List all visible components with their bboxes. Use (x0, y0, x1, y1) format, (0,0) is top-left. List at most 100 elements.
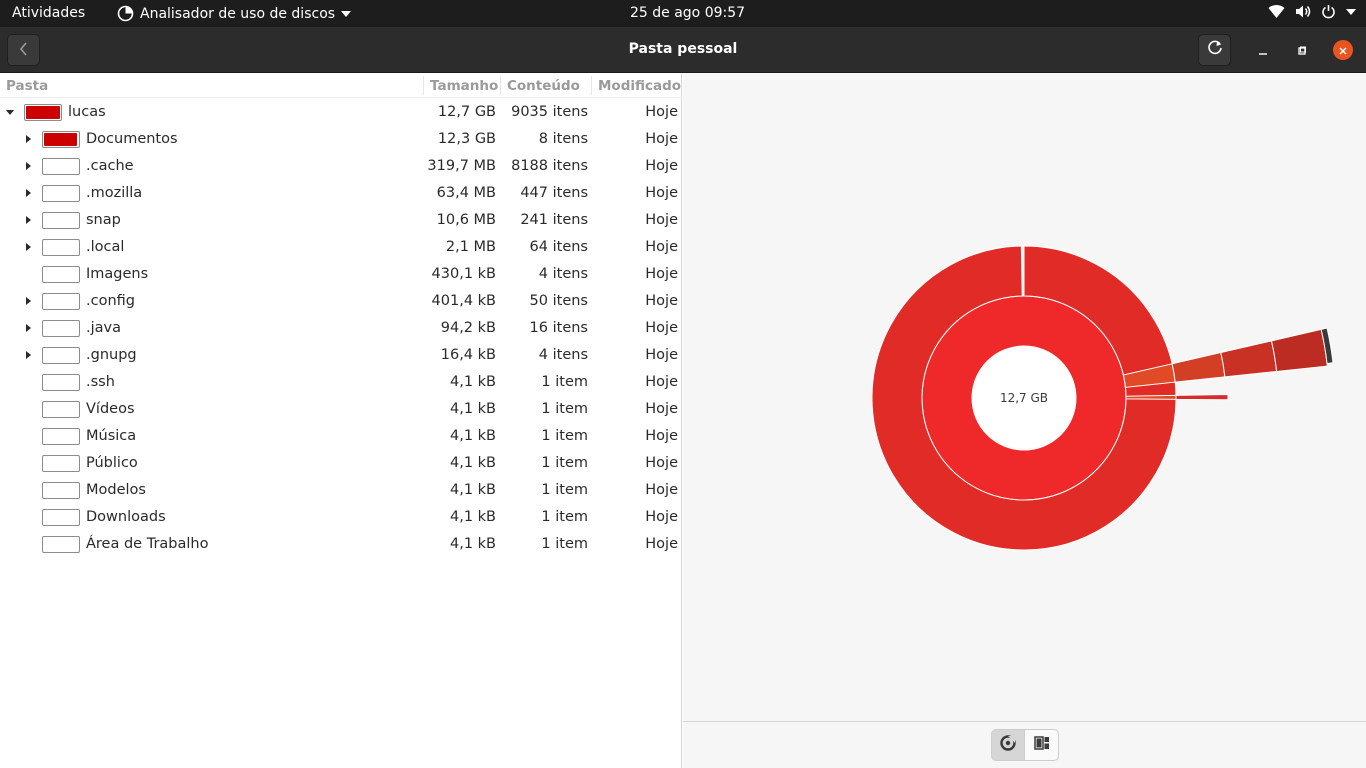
column-header-size[interactable]: Tamanho (430, 78, 498, 94)
tree-row[interactable]: .ssh 4,1 kB 1 item Hoje (0, 369, 682, 396)
folder-modified: Hoje (645, 212, 678, 228)
folder-modified: Hoje (645, 185, 678, 201)
expander-collapsed-icon[interactable] (26, 297, 31, 305)
folder-name: .local (86, 239, 125, 255)
tree-row[interactable]: Música 4,1 kB 1 item Hoje (0, 423, 682, 450)
folder-modified: Hoje (645, 158, 678, 174)
folder-item-count: 1 item (541, 536, 588, 552)
activities-button[interactable]: Atividades (12, 5, 85, 21)
ring-segment-cache-child[interactable] (1175, 393, 1229, 401)
folder-name: .config (86, 293, 135, 309)
tree-row[interactable]: Imagens 430,1 kB 4 itens Hoje (0, 261, 682, 288)
tree-row[interactable]: Área de Trabalho 4,1 kB 1 item Hoje (0, 531, 682, 558)
expander-collapsed-icon[interactable] (26, 324, 31, 332)
tree-row[interactable]: Vídeos 4,1 kB 1 item Hoje (0, 396, 682, 423)
folder-name: .cache (86, 158, 134, 174)
folder-size: 4,1 kB (449, 482, 496, 498)
folder-size: 430,1 kB (431, 266, 496, 282)
ring-segment-documentos-deep[interactable] (1220, 340, 1278, 378)
usage-bar (42, 401, 80, 418)
usage-bar (24, 104, 62, 121)
expander-collapsed-icon[interactable] (26, 189, 31, 197)
folder-item-count: 1 item (541, 455, 588, 471)
minimize-icon (1258, 41, 1268, 60)
expander-collapsed-icon[interactable] (26, 162, 31, 170)
usage-bar (42, 374, 80, 391)
usage-bar-fill (26, 106, 60, 119)
folder-name: Música (86, 428, 137, 444)
column-header-contents[interactable]: Conteúdo (507, 78, 580, 94)
treemap-icon (1033, 735, 1050, 755)
folder-item-count: 16 itens (529, 320, 588, 336)
folder-name: .gnupg (86, 347, 137, 363)
ring-chart-button[interactable] (991, 729, 1025, 761)
tree-row[interactable]: .mozilla 63,4 MB 447 itens Hoje (0, 180, 682, 207)
disk-usage-icon (117, 5, 134, 22)
ring-chart-pane[interactable]: 12,7 GB (683, 73, 1366, 721)
tree-row[interactable]: Público 4,1 kB 1 item Hoje (0, 450, 682, 477)
app-menu[interactable]: Analisador de uso de discos (117, 5, 352, 22)
tree-row[interactable]: Documentos 12,3 GB 8 itens Hoje (0, 126, 682, 153)
tree-row[interactable]: lucas 12,7 GB 9035 itens Hoje (0, 99, 682, 126)
folder-modified: Hoje (645, 482, 678, 498)
usage-bar (42, 320, 80, 337)
clock[interactable]: 25 de ago 09:57 (630, 5, 745, 21)
tree-row[interactable]: .config 401,4 kB 50 itens Hoje (0, 288, 682, 315)
tree-row[interactable]: .java 94,2 kB 16 itens Hoje (0, 315, 682, 342)
system-menu-arrow-icon (1346, 8, 1356, 15)
folder-modified: Hoje (645, 104, 678, 120)
ring-segment-cache[interactable] (1125, 394, 1177, 400)
refresh-button[interactable] (1198, 34, 1231, 66)
expander-collapsed-icon[interactable] (26, 351, 31, 359)
treemap-button[interactable] (1025, 729, 1059, 761)
folder-modified: Hoje (645, 239, 678, 255)
folder-modified: Hoje (645, 374, 678, 390)
folder-item-count: 8 itens (538, 131, 588, 147)
tree-row[interactable]: Downloads 4,1 kB 1 item Hoje (0, 504, 682, 531)
folder-size: 4,1 kB (449, 374, 496, 390)
expander-collapsed-icon[interactable] (26, 135, 31, 143)
folder-size: 4,1 kB (449, 401, 496, 417)
expander-collapsed-icon[interactable] (26, 243, 31, 251)
usage-bar-fill (44, 133, 77, 146)
ring-segment-documentos-grandchild[interactable] (1171, 351, 1226, 383)
folder-item-count: 1 item (541, 401, 588, 417)
folder-name: Área de Trabalho (86, 536, 209, 552)
maximize-button[interactable] (1292, 40, 1312, 60)
column-separator (423, 76, 424, 95)
folder-modified: Hoje (645, 266, 678, 282)
ring-chart[interactable]: 12,7 GB (683, 73, 1366, 721)
folder-modified: Hoje (645, 320, 678, 336)
folder-name: .mozilla (86, 185, 143, 201)
folder-modified: Hoje (645, 536, 678, 552)
folder-name: Vídeos (86, 401, 135, 417)
tree-row[interactable]: snap 10,6 MB 241 itens Hoje (0, 207, 682, 234)
folder-tree-view[interactable]: Pasta Tamanho Conteúdo Modificado lucas 1… (0, 73, 682, 768)
usage-bar (42, 455, 80, 472)
column-header-modified[interactable]: Modificado (598, 78, 681, 94)
expander-collapsed-icon[interactable] (26, 216, 31, 224)
system-tray[interactable] (1268, 4, 1356, 19)
column-header-folder[interactable]: Pasta (6, 78, 48, 94)
maximize-icon (1297, 41, 1307, 60)
folder-size: 2,1 MB (445, 239, 496, 255)
tree-row[interactable]: Modelos 4,1 kB 1 item Hoje (0, 477, 682, 504)
column-separator (500, 76, 501, 95)
folder-size: 4,1 kB (449, 509, 496, 525)
tree-row[interactable]: .local 2,1 MB 64 itens Hoje (0, 234, 682, 261)
window-title: Pasta pessoal (628, 41, 738, 57)
tree-row[interactable]: .cache 319,7 MB 8188 itens Hoje (0, 153, 682, 180)
usage-bar (42, 347, 80, 364)
close-button[interactable] (1333, 40, 1353, 60)
expander-expanded-icon[interactable] (6, 110, 14, 115)
ring-segment-documentos-deeper[interactable] (1270, 328, 1328, 372)
folder-size: 401,4 kB (431, 293, 496, 309)
folder-size: 319,7 MB (427, 158, 496, 174)
folder-modified: Hoje (645, 455, 678, 471)
usage-bar (42, 185, 80, 202)
folder-name: Documentos (86, 131, 178, 147)
minimize-button[interactable] (1253, 40, 1273, 60)
folder-size: 12,3 GB (437, 131, 496, 147)
usage-bar (42, 239, 80, 256)
tree-row[interactable]: .gnupg 16,4 kB 4 itens Hoje (0, 342, 682, 369)
